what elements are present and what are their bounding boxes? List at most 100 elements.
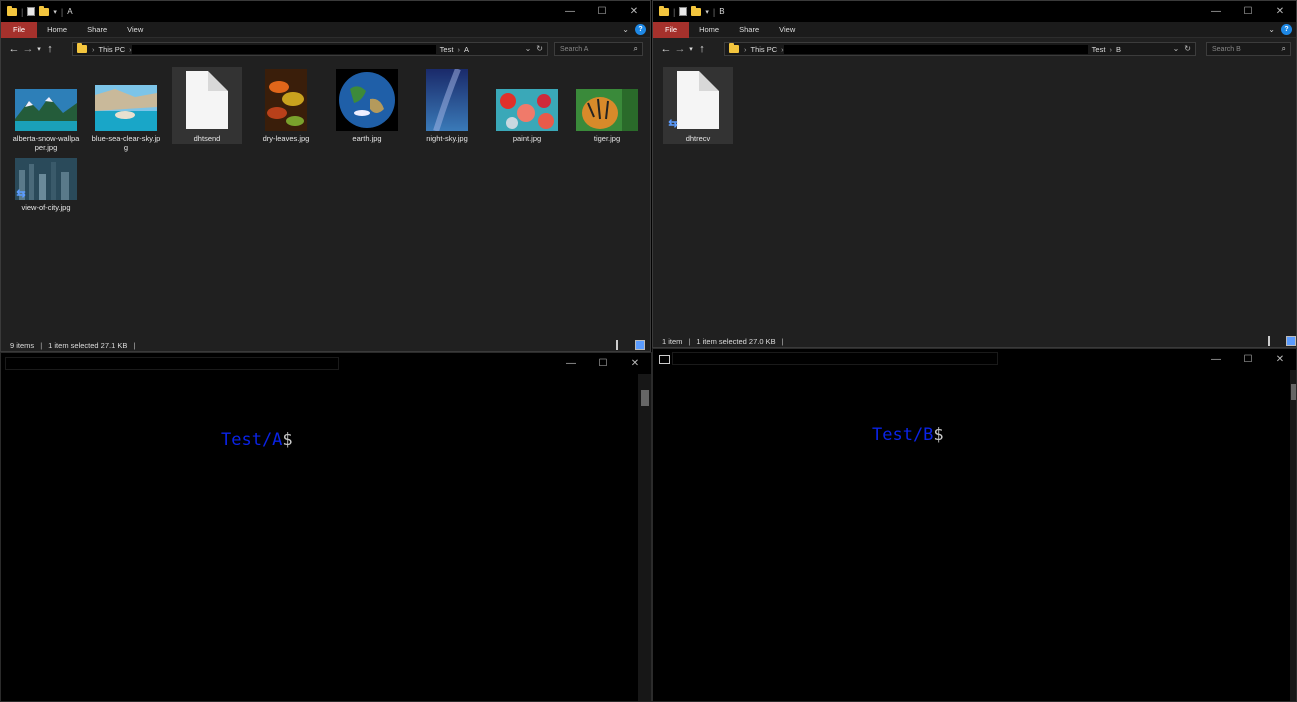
refresh-icon[interactable]: ↻ <box>536 44 543 53</box>
tab-view[interactable]: View <box>769 22 805 38</box>
console-icon <box>659 355 670 364</box>
terminal-title-bar[interactable]: — ☐ ✕ <box>653 349 1296 370</box>
file-item[interactable]: night-sky.jpg <box>412 61 482 156</box>
new-folder-icon[interactable] <box>691 5 702 16</box>
close-icon[interactable]: ✕ <box>1264 1 1296 22</box>
separator: | <box>60 6 64 17</box>
tab-file[interactable]: File <box>1 21 38 38</box>
search-icon: ⌕ <box>633 44 638 53</box>
minimize-icon[interactable]: — <box>554 1 586 22</box>
item-count: 9 items <box>10 340 35 350</box>
address-dropdown-icon[interactable]: ⌄ <box>525 44 532 53</box>
properties-icon[interactable] <box>679 7 688 16</box>
file-item[interactable]: paint.jpg <box>492 61 562 156</box>
file-item[interactable]: ⇆ view-of-city.jpg <box>11 156 81 216</box>
title-bar[interactable]: | ▾ | B — ☐ ✕ <box>653 1 1296 22</box>
search-placeholder: Search A <box>560 45 589 53</box>
file-name: dhtsend <box>193 134 221 143</box>
scrollbar-thumb[interactable] <box>641 390 649 406</box>
expand-ribbon-icon[interactable]: ⌄ <box>622 25 629 34</box>
terminal-window-a[interactable]: — ☐ ✕ Test/A$ <box>0 352 652 702</box>
file-item[interactable]: earth.jpg <box>332 61 402 156</box>
tab-view[interactable]: View <box>117 22 153 38</box>
file-item[interactable]: alberta-snow-wallpaper.jpg <box>11 61 81 156</box>
search-input[interactable]: Search A ⌕ <box>554 42 643 56</box>
new-folder-icon[interactable] <box>39 5 50 16</box>
details-view-icon[interactable] <box>1268 336 1278 346</box>
file-name: view-of-city.jpg <box>21 203 71 212</box>
tab-share[interactable]: Share <box>729 22 769 38</box>
maximize-icon[interactable]: ☐ <box>1232 349 1264 370</box>
customize-toolbar-icon[interactable]: ▾ <box>705 8 709 16</box>
navigation-bar: ← → ▾ ↑ › This PC › Test › B ⌄ ↻ Search … <box>653 38 1296 60</box>
status-divider: | <box>688 336 691 346</box>
address-bar[interactable]: › This PC › Test › B ⌄ ↻ <box>724 42 1196 56</box>
status-divider: | <box>40 340 43 350</box>
sync-pending-icon: ⇆ <box>668 118 678 130</box>
breadcrumb-this-pc[interactable]: This PC <box>99 45 126 54</box>
properties-icon[interactable] <box>27 7 36 16</box>
search-input[interactable]: Search B ⌕ <box>1206 42 1291 56</box>
breadcrumb-this-pc[interactable]: This PC <box>751 45 778 54</box>
details-view-icon[interactable] <box>616 340 626 350</box>
forward-arrow-icon[interactable]: → <box>21 43 35 55</box>
file-name: paint.jpg <box>512 134 542 143</box>
redacted-path <box>783 44 1088 54</box>
shell-prompt: Test/A$ <box>221 430 293 450</box>
status-bar: 1 item | 1 item selected 27.0 KB | <box>653 334 1296 347</box>
up-arrow-icon[interactable]: ↑ <box>43 43 57 55</box>
breadcrumb-b[interactable]: B <box>1116 45 1121 54</box>
file-item[interactable]: blue-sea-clear-sky.jpg <box>91 61 161 156</box>
ribbon-tabs: File Home Share View ⌄ ? <box>1 21 650 38</box>
breadcrumb-test[interactable]: Test <box>440 45 454 54</box>
terminal-title-bar[interactable]: — ☐ ✕ <box>1 353 651 374</box>
large-icons-view-icon[interactable] <box>1286 336 1296 346</box>
breadcrumb-separator: › <box>92 44 95 54</box>
expand-ribbon-icon[interactable]: ⌄ <box>1268 25 1275 34</box>
minimize-icon[interactable]: — <box>555 353 587 374</box>
item-count: 1 item <box>662 336 683 346</box>
close-icon[interactable]: ✕ <box>619 353 651 374</box>
selection-info: 1 item selected 27.1 KB <box>48 340 128 350</box>
minimize-icon[interactable]: — <box>1200 349 1232 370</box>
file-item[interactable]: ⇆ dhtrecv <box>663 67 733 144</box>
up-arrow-icon[interactable]: ↑ <box>695 43 709 55</box>
recent-dropdown-icon[interactable]: ▾ <box>35 45 43 53</box>
file-item[interactable]: dry-leaves.jpg <box>251 61 321 156</box>
document-icon <box>677 71 719 129</box>
minimize-icon[interactable]: — <box>1200 1 1232 22</box>
help-icon[interactable]: ? <box>635 24 646 35</box>
customize-toolbar-icon[interactable]: ▾ <box>53 8 57 16</box>
title-bar[interactable]: | ▾ | A — ☐ ✕ <box>1 1 650 22</box>
sync-pending-icon: ⇆ <box>16 188 26 200</box>
help-icon[interactable]: ? <box>1281 24 1292 35</box>
refresh-icon[interactable]: ↻ <box>1184 44 1191 53</box>
tab-file[interactable]: File <box>653 21 690 38</box>
maximize-icon[interactable]: ☐ <box>586 1 618 22</box>
window-title: A <box>67 7 73 16</box>
breadcrumb-test[interactable]: Test <box>1092 45 1106 54</box>
scrollbar-thumb[interactable] <box>1291 384 1296 400</box>
address-dropdown-icon[interactable]: ⌄ <box>1173 44 1180 53</box>
scrollbar[interactable] <box>638 374 651 701</box>
separator: | <box>712 6 716 17</box>
file-item[interactable]: dhtsend <box>172 67 242 144</box>
large-icons-view-icon[interactable] <box>635 340 645 350</box>
file-item[interactable]: tiger.jpg <box>572 61 642 156</box>
back-arrow-icon[interactable]: ← <box>7 43 21 55</box>
recent-dropdown-icon[interactable]: ▾ <box>687 45 695 53</box>
scrollbar[interactable] <box>1290 370 1296 701</box>
tab-home[interactable]: Home <box>689 22 729 38</box>
address-bar[interactable]: › This PC › Test › A ⌄ ↻ <box>72 42 548 56</box>
close-icon[interactable]: ✕ <box>618 1 650 22</box>
maximize-icon[interactable]: ☐ <box>587 353 619 374</box>
tab-home[interactable]: Home <box>37 22 77 38</box>
tab-share[interactable]: Share <box>77 22 117 38</box>
back-arrow-icon[interactable]: ← <box>659 43 673 55</box>
separator: | <box>21 6 24 17</box>
close-icon[interactable]: ✕ <box>1264 349 1296 370</box>
terminal-window-b[interactable]: — ☐ ✕ Test/B$ <box>652 348 1297 702</box>
forward-arrow-icon[interactable]: → <box>673 43 687 55</box>
maximize-icon[interactable]: ☐ <box>1232 1 1264 22</box>
breadcrumb-a[interactable]: A <box>464 45 469 54</box>
